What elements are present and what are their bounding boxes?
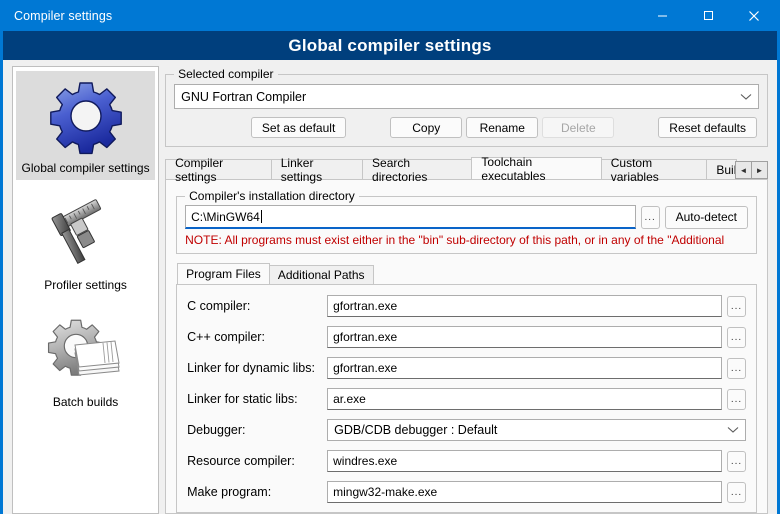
- tab-toolchain-executables[interactable]: Toolchain executables: [471, 155, 602, 183]
- window-body: Global compiler settings Profiler settin…: [3, 60, 777, 514]
- caliper-icon: [47, 194, 125, 274]
- field-row-linker-static: Linker for static libs: ar.exe ...: [187, 387, 746, 411]
- install-directory-controls: C:\MinGW64 ... Auto-detect: [185, 205, 748, 229]
- selected-compiler-group: Selected compiler GNU Fortran Compiler S…: [165, 67, 768, 147]
- install-directory-group-title: Compiler's installation directory: [185, 189, 359, 203]
- sidebar-item-global-compiler-settings[interactable]: Global compiler settings: [16, 71, 156, 181]
- page-title: Global compiler settings: [288, 35, 492, 55]
- tab-custom-variables[interactable]: Custom variables: [600, 156, 708, 184]
- rename-button[interactable]: Rename: [466, 117, 539, 138]
- field-control: GDB/CDB debugger : Default: [327, 419, 746, 441]
- install-directory-value: C:\MinGW64: [191, 209, 260, 224]
- resource-compiler-input[interactable]: windres.exe: [327, 450, 722, 472]
- make-program-input[interactable]: mingw32-make.exe: [327, 481, 722, 503]
- page-header: Global compiler settings: [3, 31, 777, 60]
- field-control: gfortran.exe ...: [327, 295, 746, 317]
- title-bar: Compiler settings: [3, 0, 777, 31]
- linker-static-browse-button[interactable]: ...: [727, 388, 746, 410]
- field-label: C++ compiler:: [187, 330, 265, 344]
- field-control: mingw32-make.exe ...: [327, 481, 746, 503]
- field-control: windres.exe ...: [327, 450, 746, 472]
- set-as-default-button[interactable]: Set as default: [250, 117, 347, 138]
- toolchain-executables-panel: Compiler's installation directory C:\Min…: [165, 179, 768, 514]
- c-compiler-input[interactable]: gfortran.exe: [327, 295, 722, 317]
- delete-button: Delete: [542, 117, 615, 138]
- c-compiler-browse-button[interactable]: ...: [727, 295, 746, 317]
- field-label: Linker for dynamic libs:: [187, 361, 315, 375]
- field-label: Resource compiler:: [187, 454, 295, 468]
- install-directory-input[interactable]: C:\MinGW64: [185, 205, 636, 229]
- auto-detect-button[interactable]: Auto-detect: [664, 205, 748, 229]
- tab-scroll-right-button[interactable]: ►: [751, 161, 768, 179]
- sidebar-item-profiler-settings[interactable]: Profiler settings: [16, 188, 155, 297]
- cpp-compiler-input[interactable]: gfortran.exe: [327, 326, 722, 348]
- minimize-button[interactable]: [639, 0, 685, 31]
- window-controls: [639, 0, 777, 31]
- field-row-make-program: Make program: mingw32-make.exe ...: [187, 480, 746, 504]
- chevron-down-icon: [740, 90, 752, 104]
- compiler-settings-window: Compiler settings Global compiler settin…: [0, 0, 780, 514]
- field-label: Debugger:: [187, 423, 246, 437]
- install-directory-browse-button[interactable]: ...: [640, 205, 660, 229]
- gear-pages-icon: [47, 311, 125, 391]
- tab-compiler-settings[interactable]: Compiler settings: [165, 156, 272, 184]
- field-row-linker-dynamic: Linker for dynamic libs: gfortran.exe ..…: [187, 356, 746, 380]
- install-directory-group: Compiler's installation directory C:\Min…: [176, 189, 757, 254]
- resource-compiler-browse-button[interactable]: ...: [727, 450, 746, 472]
- field-control: ar.exe ...: [327, 388, 746, 410]
- sidebar-item-label: Global compiler settings: [21, 161, 150, 175]
- inner-tab-additional-paths[interactable]: Additional Paths: [268, 265, 374, 284]
- maximize-button[interactable]: [685, 0, 731, 31]
- compiler-select[interactable]: GNU Fortran Compiler: [174, 84, 759, 109]
- chevron-down-icon: [727, 423, 739, 437]
- tab-build[interactable]: Build: [706, 159, 737, 179]
- compiler-select-value: GNU Fortran Compiler: [181, 89, 307, 104]
- tab-linker-settings[interactable]: Linker settings: [270, 156, 364, 184]
- window-title: Compiler settings: [14, 8, 113, 23]
- sidebar: Global compiler settings Profiler settin…: [12, 66, 160, 514]
- field-label: Make program:: [187, 485, 272, 499]
- copy-button[interactable]: Copy: [390, 117, 463, 138]
- field-label: Linker for static libs:: [187, 392, 298, 406]
- program-files-tabs: Program Files Additional Paths: [177, 263, 757, 284]
- blue-gear-icon: [47, 77, 125, 157]
- sidebar-item-batch-builds[interactable]: Batch builds: [16, 305, 155, 414]
- sidebar-item-label: Profiler settings: [44, 278, 127, 293]
- inner-tab-program-files[interactable]: Program Files: [177, 263, 270, 284]
- field-control: gfortran.exe ...: [327, 357, 746, 379]
- reset-defaults-button[interactable]: Reset defaults: [658, 117, 757, 138]
- field-label: C compiler:: [187, 299, 251, 313]
- make-program-browse-button[interactable]: ...: [727, 481, 746, 503]
- tab-search-directories[interactable]: Search directories: [362, 156, 473, 184]
- debugger-select[interactable]: GDB/CDB debugger : Default: [327, 419, 746, 441]
- field-row-debugger: Debugger: GDB/CDB debugger : Default: [187, 418, 746, 442]
- compiler-actions: Set as default Copy Rename Delete Reset …: [174, 117, 759, 138]
- close-button[interactable]: [731, 0, 777, 31]
- install-directory-note: NOTE: All programs must exist either in …: [185, 233, 725, 247]
- linker-dynamic-input[interactable]: gfortran.exe: [327, 357, 722, 379]
- tab-scroll-left-button[interactable]: ◄: [735, 161, 752, 179]
- linker-dynamic-browse-button[interactable]: ...: [727, 357, 746, 379]
- field-row-c-compiler: C compiler: gfortran.exe ...: [187, 294, 746, 318]
- field-row-cpp-compiler: C++ compiler: gfortran.exe ...: [187, 325, 746, 349]
- program-files-panel: C compiler: gfortran.exe ... C++ compile…: [176, 284, 757, 513]
- main-pane: Selected compiler GNU Fortran Compiler S…: [165, 66, 768, 514]
- debugger-select-value: GDB/CDB debugger : Default: [334, 423, 498, 437]
- text-caret: [260, 210, 262, 223]
- tab-scroll-buttons: ◄ ►: [735, 161, 768, 179]
- cpp-compiler-browse-button[interactable]: ...: [727, 326, 746, 348]
- selected-compiler-group-title: Selected compiler: [174, 67, 278, 81]
- field-control: gfortran.exe ...: [327, 326, 746, 348]
- linker-static-input[interactable]: ar.exe: [327, 388, 722, 410]
- settings-tabs: Compiler settings Linker settings Search…: [165, 155, 768, 184]
- sidebar-item-label: Batch builds: [52, 395, 119, 410]
- field-row-resource-compiler: Resource compiler: windres.exe ...: [187, 449, 746, 473]
